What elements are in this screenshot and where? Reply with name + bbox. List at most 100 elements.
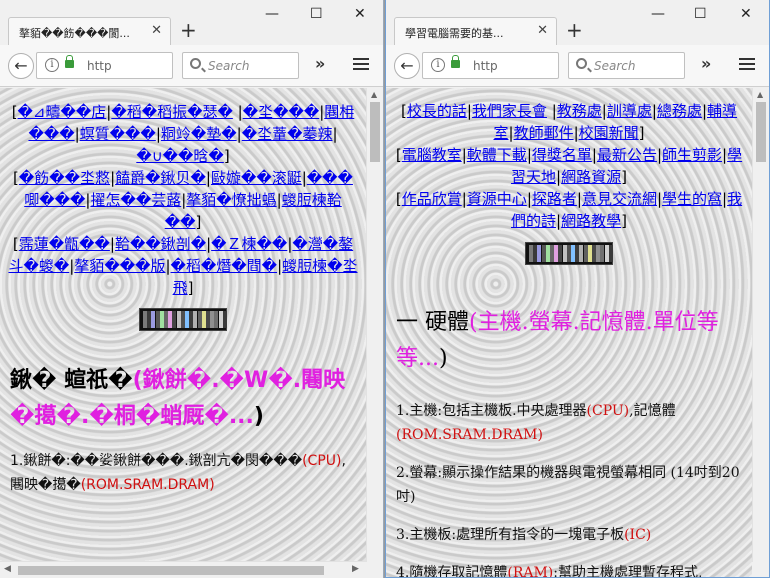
nav-link[interactable]: 饁爵�鍬贝� (115, 169, 206, 187)
nav-link[interactable]: 最新公告 (597, 146, 657, 164)
new-tab-button[interactable]: + (566, 18, 583, 42)
nav-link[interactable]: 電腦教室 (402, 146, 462, 164)
url-bar[interactable]: i http ↻ (422, 52, 581, 80)
nav-link[interactable]: 網路資源 (561, 168, 621, 186)
scroll-thumb[interactable] (370, 102, 380, 162)
para-red-text: (ROM.SRAM.DRAM) (80, 477, 215, 493)
heading-title: 鍬� 蝖祇� (10, 368, 133, 393)
nav-link[interactable]: 教師郵件 (514, 124, 574, 142)
nav-link[interactable]: 霈蓮�甑�� (19, 235, 110, 253)
banner-pixel (222, 311, 227, 328)
search-placeholder: Search (208, 59, 250, 73)
tab-close-icon[interactable]: ✕ (537, 23, 548, 38)
nav-links: [校長的話|我們家長會 |教務處|訓導處|總務處|輔導室|教師郵件|校園新聞][… (386, 88, 752, 232)
hamburger-menu-icon[interactable] (739, 58, 755, 70)
nav-link[interactable]: �稻�稻振�瑟� (111, 103, 233, 121)
link-separator: ] (638, 124, 645, 142)
nav-link[interactable]: �坔蕫�蓁辣 (242, 125, 333, 143)
paragraph-list: 1.主機:包括主機板.中央處理器(CPU),記憶體 (ROM.SRAM.DRAM)… (386, 377, 752, 578)
nav-link[interactable]: 敺嫙��滚鼮 (211, 169, 302, 187)
back-arrow-icon: ← (400, 56, 414, 75)
maximize-button[interactable]: ☐ (694, 6, 707, 22)
nav-link[interactable]: 校園新聞 (579, 124, 639, 142)
scroll-thumb[interactable] (18, 566, 324, 575)
lock-icon (451, 55, 460, 68)
nav-link[interactable]: 作品欣賞 (402, 190, 462, 208)
link-separator: ] (621, 168, 627, 186)
tab-title: 學習電腦需要的基... (405, 27, 504, 40)
nav-link[interactable]: 螟質��� (80, 125, 156, 143)
nav-link[interactable]: 總務處 (657, 102, 702, 120)
page-content: [�⊿疇��店|�稻�稻振�瑟� |�坔���|闀枏���|螟質���|粡竛�墊… (0, 88, 366, 578)
nav-link[interactable]: 訓導處 (607, 102, 652, 120)
back-button[interactable]: ← (8, 53, 34, 79)
nav-link[interactable]: 我們家長會 (472, 102, 547, 120)
hamburger-menu-icon[interactable] (353, 58, 369, 70)
minimize-button[interactable]: — (651, 6, 665, 22)
banner-image (525, 242, 613, 265)
para-text: 1.鍬餅�:��娑鍬餅���.鍬剖亢�閔��� (10, 453, 303, 469)
overflow-chevron-icon[interactable]: » (315, 54, 325, 73)
url-bar[interactable]: i http ↻ (36, 52, 195, 80)
nav-link[interactable]: 得獎名單 (532, 146, 592, 164)
link-line: [霈蓮�甑��|鞈��鍬剖�|�Ｚ楝��|�瀯�鏊斗�蝬�|摮貊���版|�稻�… (6, 233, 360, 299)
nav-link[interactable]: 軟體下載 (467, 146, 527, 164)
heading-title: 一 硬體 (396, 310, 469, 335)
close-window-button[interactable]: ✕ (354, 6, 366, 22)
para-text: :幫助主機處理暫存程式, (553, 565, 703, 578)
nav-link[interactable]: 師生剪影 (662, 146, 722, 164)
nav-link[interactable]: 網路教學 (561, 212, 621, 230)
para-red-text: (ROM.SRAM.DRAM) (396, 427, 543, 443)
link-line: [作品欣賞|資源中心|探路者|意見交流網|學生的窩|我們的詩|網路教學] (394, 188, 744, 232)
scroll-up-icon[interactable]: ▲ (371, 90, 377, 99)
para-text: 4.隨機存取記憶體 (396, 565, 508, 578)
scroll-right-icon[interactable]: ▶ (352, 564, 359, 574)
back-arrow-icon: ← (14, 56, 28, 75)
scroll-thumb[interactable] (756, 102, 766, 162)
horizontal-scrollbar[interactable]: ◀ ▶ (0, 561, 366, 578)
nav-link[interactable]: �稻�熸�閰� (171, 257, 278, 275)
browser-tab[interactable]: 摮貊��飭���閬... ✕ (8, 17, 171, 46)
banner-image (139, 308, 227, 331)
nav-link[interactable]: 擢怎��芸蕗 (90, 191, 181, 209)
info-icon[interactable]: i (431, 58, 445, 72)
nav-link[interactable]: �飭��坔慦 (19, 169, 110, 187)
search-input[interactable]: Search (182, 52, 299, 79)
nav-link[interactable]: 教務處 (557, 102, 602, 120)
navigation-bar: ← i http ↻ Search » (0, 45, 383, 87)
nav-link[interactable]: �坔��� (243, 103, 320, 121)
nav-link[interactable]: 學生的窩 (662, 190, 722, 208)
nav-link[interactable]: 資源中心 (467, 190, 527, 208)
nav-link[interactable]: 探路者 (532, 190, 577, 208)
nav-link[interactable]: �Ｚ楝�� (211, 235, 287, 253)
scroll-up-icon[interactable]: ▲ (757, 90, 763, 99)
nav-links: [�⊿疇��店|�稻�稻振�瑟� |�坔���|闀枏���|螟質���|粡竛�墊… (0, 88, 366, 299)
banner-pixel (608, 245, 613, 262)
title-bar: 摮貊��飭���閬... ✕ + — ☐ ✕ (0, 0, 383, 46)
nav-link[interactable]: �⊿疇��店 (18, 103, 107, 121)
tab-close-icon[interactable]: ✕ (151, 23, 162, 38)
scroll-left-icon[interactable]: ◀ (4, 564, 11, 574)
para-red-text: (CPU) (586, 403, 630, 419)
browser-tab[interactable]: 學習電腦需要的基... ✕ (394, 17, 557, 46)
info-icon[interactable]: i (45, 58, 59, 72)
tab-title: 摮貊��飭���閬... (19, 27, 130, 40)
nav-link[interactable]: 鞈��鍬剖� (115, 235, 206, 253)
left-browser-window: 摮貊��飭���閬... ✕ + — ☐ ✕ ← i http ↻ Search… (0, 0, 384, 578)
nav-link[interactable]: 摮貊���版 (74, 257, 165, 275)
nav-link[interactable]: 粡竛�墊� (161, 125, 237, 143)
overflow-chevron-icon[interactable]: » (701, 54, 711, 73)
minimize-button[interactable]: — (265, 6, 279, 22)
nav-link[interactable]: 校長的話 (407, 102, 467, 120)
nav-link[interactable]: 意見交流網 (582, 190, 657, 208)
vertical-scrollbar[interactable]: ▲ (366, 88, 383, 562)
maximize-button[interactable]: ☐ (310, 6, 323, 22)
nav-link[interactable]: 摮貊�憭拙蟡 (186, 191, 276, 209)
search-placeholder: Search (594, 59, 636, 73)
vertical-scrollbar[interactable]: ▲ (752, 88, 769, 562)
back-button[interactable]: ← (394, 53, 420, 79)
close-window-button[interactable]: ✕ (740, 6, 752, 22)
search-input[interactable]: Search (568, 52, 685, 79)
nav-link[interactable]: �∪��晗� (136, 147, 224, 165)
new-tab-button[interactable]: + (180, 18, 197, 42)
